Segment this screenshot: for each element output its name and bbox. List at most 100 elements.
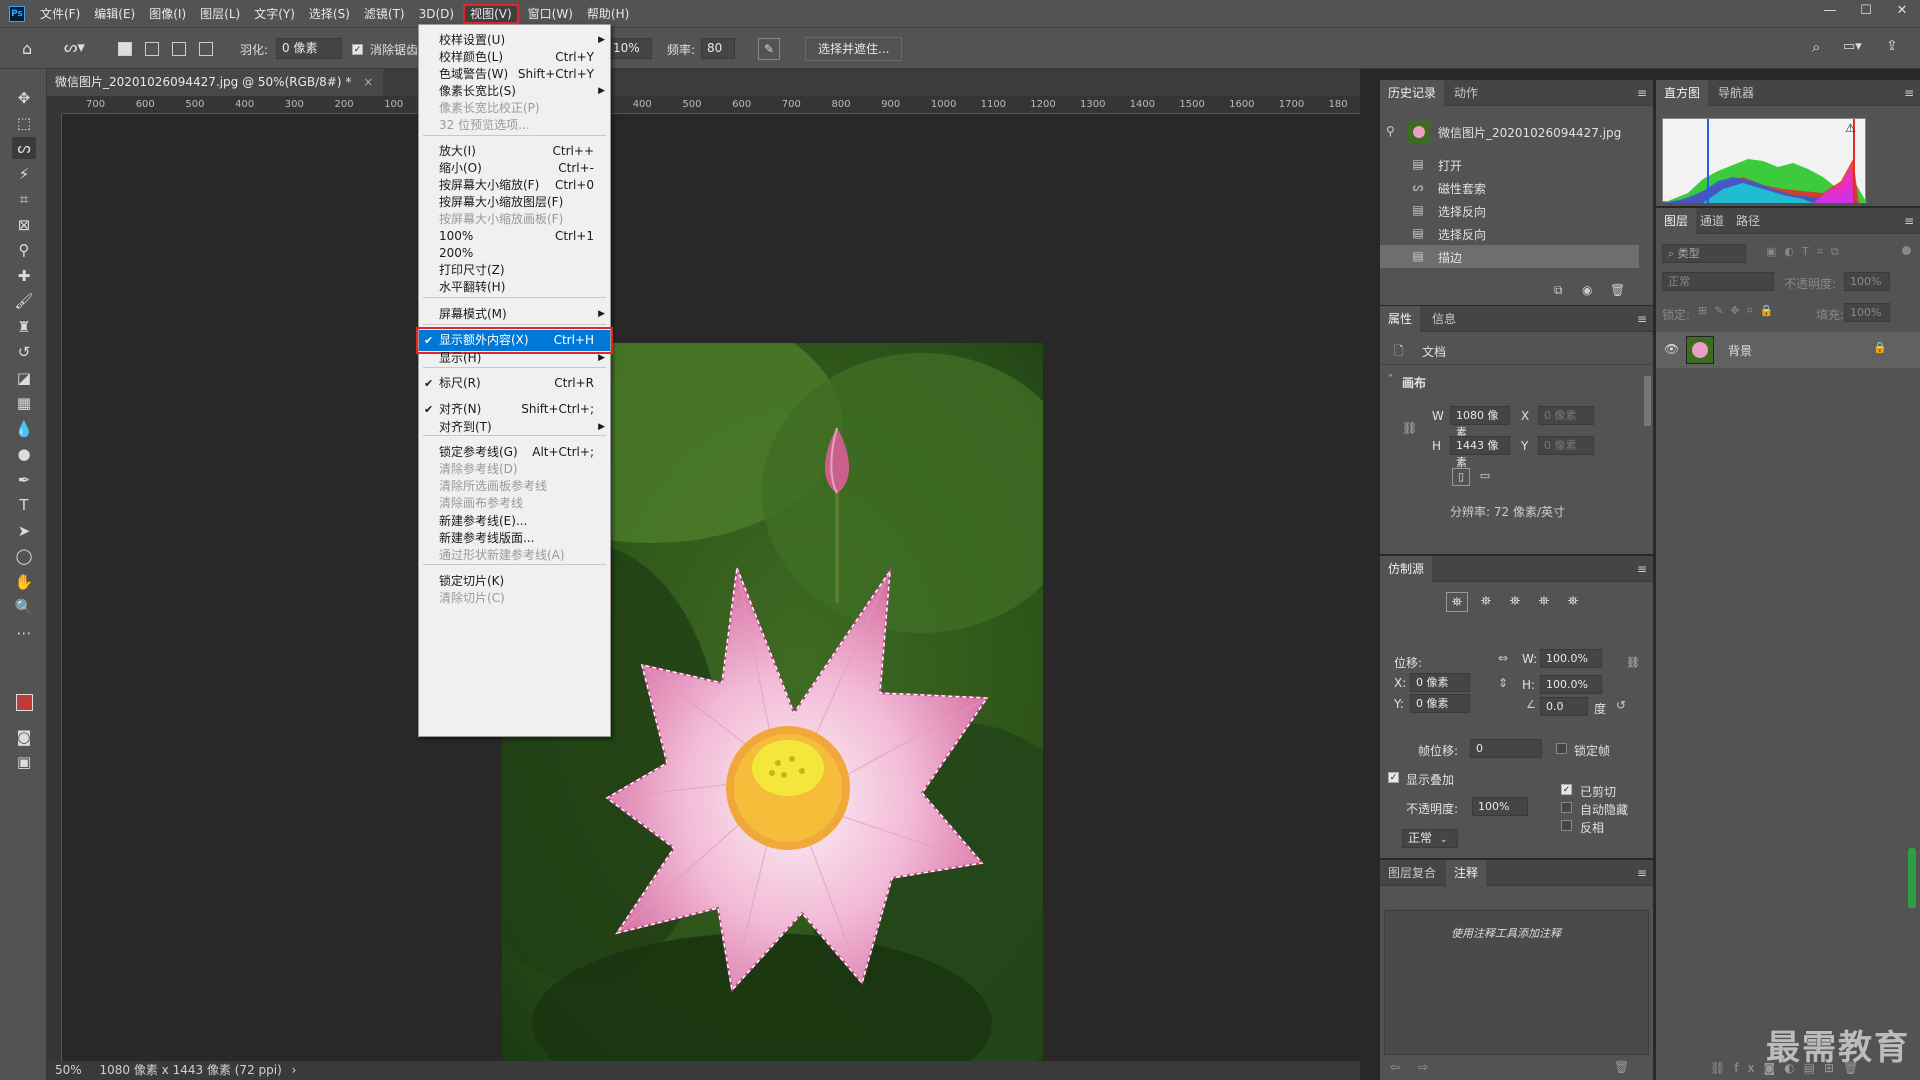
stamp-tool-icon[interactable]: ♜ bbox=[12, 316, 36, 338]
link-icon[interactable]: ⛓ bbox=[1402, 421, 1417, 435]
trash-icon[interactable]: 🗑 bbox=[1614, 1060, 1629, 1074]
zoom-level[interactable]: 50% bbox=[55, 1063, 82, 1077]
frame-offset-input[interactable]: 0 bbox=[1470, 739, 1542, 758]
minimize-button[interactable]: — bbox=[1812, 0, 1848, 22]
clone-height-input[interactable]: 100.0% bbox=[1540, 675, 1602, 694]
magic-wand-tool-icon[interactable]: ⚡ bbox=[12, 163, 36, 185]
tab-layers[interactable]: 图层 bbox=[1656, 208, 1697, 234]
layer-row[interactable]: 👁 背景 🔒 bbox=[1656, 332, 1920, 368]
link-icon[interactable]: ⛓ bbox=[1626, 656, 1640, 669]
panel-menu-icon[interactable]: ≡ bbox=[1637, 86, 1647, 100]
view-menu-item[interactable]: 屏幕模式(M) ▶ bbox=[419, 304, 610, 325]
clone-source-1-icon[interactable]: ⛯ bbox=[1446, 592, 1468, 612]
document-tab[interactable]: 微信图片_20201026094427.jpg @ 50%(RGB/8#) * … bbox=[47, 69, 384, 96]
marquee-tool-icon[interactable]: ⬚ bbox=[12, 112, 36, 134]
menu-select[interactable]: 选择(S) bbox=[304, 4, 355, 24]
panel-menu-icon[interactable]: ≡ bbox=[1904, 86, 1914, 100]
tab-paths[interactable]: 路径 bbox=[1728, 208, 1768, 234]
reset-transform-icon[interactable]: ↺ bbox=[1616, 698, 1626, 712]
history-step[interactable]: ▤ 选择反向 bbox=[1380, 222, 1639, 245]
workspace-icon[interactable]: ▭▾ bbox=[1843, 39, 1862, 54]
lasso-tool-preset-icon[interactable]: ᔕ▾ bbox=[64, 38, 85, 56]
dodge-tool-icon[interactable]: ● bbox=[12, 443, 36, 465]
lock-icons[interactable]: ⊞✎✥⌗🔒 bbox=[1698, 304, 1781, 318]
healing-brush-icon[interactable]: ✚ bbox=[12, 265, 36, 287]
lock-icon[interactable]: 🔒 bbox=[1873, 341, 1887, 354]
blend-mode-select[interactable]: 正常 bbox=[1662, 272, 1774, 291]
clone-source-5-icon[interactable]: ⛯ bbox=[1562, 592, 1584, 612]
tab-actions[interactable]: 动作 bbox=[1446, 80, 1486, 106]
share-icon[interactable]: ⇪ bbox=[1886, 38, 1898, 54]
foreground-color-swatch[interactable] bbox=[16, 694, 33, 711]
warning-icon[interactable]: ⚠ bbox=[1845, 121, 1856, 135]
new-selection-icon[interactable] bbox=[118, 42, 132, 56]
layer-filter-icons[interactable]: ▣◐T⌗⧉ bbox=[1766, 245, 1847, 259]
invert-checkbox[interactable] bbox=[1561, 820, 1572, 831]
move-tool-icon[interactable]: ✥ bbox=[12, 87, 36, 109]
panel-menu-icon[interactable]: ≡ bbox=[1904, 214, 1914, 228]
horizontal-ruler[interactable]: 7006005004003002001000100200300400500600… bbox=[62, 96, 1360, 114]
ellipse-tool-icon[interactable]: ◯ bbox=[12, 545, 36, 567]
brush-source-icon[interactable]: ⚲ bbox=[1386, 124, 1395, 138]
menu-help[interactable]: 帮助(H) bbox=[582, 4, 634, 24]
clone-y-input[interactable]: 0 像素 bbox=[1410, 694, 1470, 713]
feather-input[interactable]: 0 像素 bbox=[276, 38, 342, 59]
subtract-selection-icon[interactable] bbox=[172, 42, 186, 56]
maximize-button[interactable]: ☐ bbox=[1848, 0, 1884, 22]
pen-tool-icon[interactable]: ✒ bbox=[12, 469, 36, 491]
vertical-ruler[interactable] bbox=[47, 114, 62, 1061]
screen-mode-icon[interactable]: ▣ bbox=[12, 751, 36, 773]
intersect-selection-icon[interactable] bbox=[199, 42, 213, 56]
tab-history[interactable]: 历史记录 bbox=[1380, 80, 1445, 106]
canvas-width-input[interactable]: 1080 像素 bbox=[1450, 406, 1510, 439]
collapse-icon[interactable]: ˅ bbox=[1388, 374, 1393, 385]
tab-properties[interactable]: 属性 bbox=[1380, 306, 1421, 332]
view-menu-item[interactable]: 水平翻转(H) bbox=[419, 277, 610, 298]
pen-pressure-icon[interactable]: ✎ bbox=[758, 38, 780, 60]
frame-tool-icon[interactable]: ⊠ bbox=[12, 214, 36, 236]
width-input[interactable]: 10% bbox=[607, 38, 652, 59]
clone-x-input[interactable]: 0 像素 bbox=[1410, 673, 1470, 692]
view-menu-item[interactable]: 显示(H) ▶ bbox=[419, 348, 610, 369]
tab-channels[interactable]: 通道 bbox=[1692, 208, 1732, 234]
new-document-icon[interactable]: ⧉ bbox=[1554, 283, 1563, 298]
more-tools-icon[interactable]: ⋯ bbox=[12, 622, 36, 644]
clone-source-3-icon[interactable]: ⛯ bbox=[1504, 592, 1526, 612]
hand-tool-icon[interactable]: ✋ bbox=[12, 571, 36, 593]
clone-source-2-icon[interactable]: ⛯ bbox=[1475, 592, 1497, 612]
history-step[interactable]: ▤ 选择反向 bbox=[1380, 199, 1639, 222]
panel-menu-icon[interactable]: ≡ bbox=[1637, 562, 1647, 576]
close-tab-icon[interactable]: × bbox=[363, 75, 373, 89]
show-overlay-checkbox[interactable]: ✓ bbox=[1388, 772, 1399, 783]
select-and-mask-button[interactable]: 选择并遮住... bbox=[805, 37, 903, 61]
crop-tool-icon[interactable]: ⌗ bbox=[12, 188, 36, 210]
history-step[interactable]: ᔕ 磁性套索 bbox=[1380, 176, 1639, 199]
notes-area[interactable]: 使用注释工具添加注释 bbox=[1384, 910, 1649, 1055]
overlay-mode-select[interactable]: 正常 ⌄ bbox=[1402, 829, 1458, 848]
menu-3d[interactable]: 3D(D) bbox=[414, 4, 459, 24]
clone-source-4-icon[interactable]: ⛯ bbox=[1533, 592, 1555, 612]
close-button[interactable]: ✕ bbox=[1884, 0, 1920, 22]
previous-note-icon[interactable]: ⇦ bbox=[1390, 1060, 1400, 1074]
eye-icon[interactable]: 👁 bbox=[1664, 342, 1679, 356]
path-selection-icon[interactable]: ➤ bbox=[12, 520, 36, 542]
layer-filter-select[interactable]: ⌕ 类型 bbox=[1662, 244, 1746, 263]
tab-clone-source[interactable]: 仿制源 bbox=[1380, 556, 1433, 582]
canvas-area[interactable] bbox=[62, 114, 1360, 1066]
menu-type[interactable]: 文字(Y) bbox=[249, 4, 300, 24]
next-note-icon[interactable]: ⇨ bbox=[1418, 1060, 1428, 1074]
tab-navigator[interactable]: 导航器 bbox=[1710, 80, 1762, 106]
clipped-checkbox[interactable]: ✓ bbox=[1561, 784, 1572, 795]
layer-fill-input[interactable]: 100% bbox=[1844, 303, 1890, 322]
search-icon[interactable]: ⌕ bbox=[1812, 38, 1820, 56]
landscape-icon[interactable]: ▭ bbox=[1476, 468, 1494, 486]
menu-filter[interactable]: 滤镜(T) bbox=[359, 4, 410, 24]
history-step[interactable]: ▤ 打开 bbox=[1380, 153, 1639, 176]
auto-hide-checkbox[interactable] bbox=[1561, 802, 1572, 813]
scrollbar-thumb[interactable] bbox=[1644, 376, 1651, 426]
clone-angle-input[interactable]: 0.0 bbox=[1540, 697, 1588, 716]
tab-histogram[interactable]: 直方图 bbox=[1656, 80, 1709, 106]
menu-file[interactable]: 文件(F) bbox=[35, 4, 85, 24]
type-tool-icon[interactable]: T bbox=[12, 494, 36, 516]
menu-layer[interactable]: 图层(L) bbox=[195, 4, 245, 24]
